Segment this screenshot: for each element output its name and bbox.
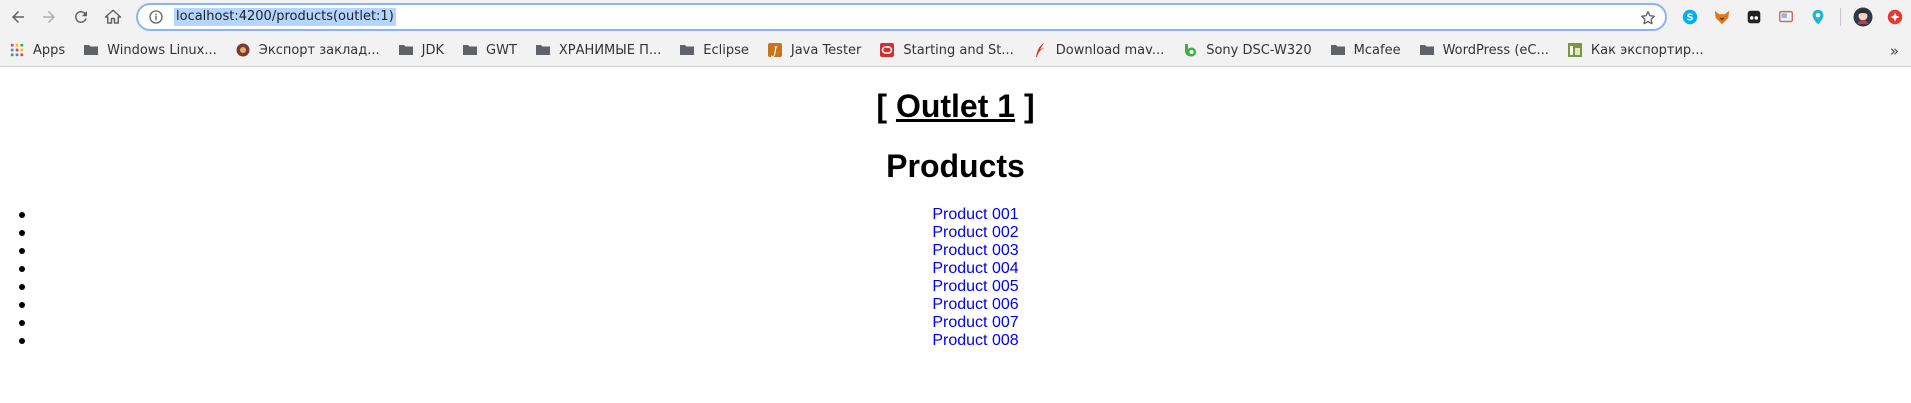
bookmarks-bar: Apps Windows Linux... Экспорт заклад... … — [0, 34, 1911, 67]
sony-icon — [1182, 42, 1198, 58]
bookmark-label: Apps — [33, 42, 66, 58]
bookmark-label: WordPress (eC... — [1442, 42, 1549, 58]
home-icon — [104, 9, 122, 24]
product-list: Product 001 Product 002 Product 003 Prod… — [0, 206, 1911, 350]
bookmark-label: GWT — [486, 42, 517, 58]
product-link[interactable]: Product 002 — [0, 224, 1911, 242]
product-link[interactable]: Product 006 — [0, 296, 1911, 314]
java-icon: J — [767, 42, 783, 58]
fox-icon[interactable] — [1712, 7, 1732, 27]
bookmarks-overflow-button[interactable]: » — [1890, 42, 1899, 60]
bookmark-folder-wordpress[interactable]: WordPress (eC... — [1419, 39, 1549, 61]
toolbar-separator — [1840, 8, 1841, 26]
folder-icon — [679, 42, 695, 58]
outlet-bracket-open: [ — [876, 88, 888, 124]
bookmark-folder-jdk[interactable]: JDK — [398, 39, 444, 61]
bookmark-folder-stored[interactable]: ХРАНИМЫЕ П... — [535, 39, 661, 61]
extensions-area: S — [1680, 5, 1911, 29]
cast-icon[interactable] — [1776, 7, 1796, 27]
outlet-link[interactable]: Outlet 1 — [896, 88, 1015, 124]
folder-icon — [398, 42, 414, 58]
bookmark-label: Starting and St... — [903, 42, 1014, 58]
bookmark-apps[interactable]: Apps — [9, 39, 65, 61]
folder-icon — [535, 42, 551, 58]
folder-icon — [462, 42, 478, 58]
page-title: Products — [886, 148, 1025, 184]
bookmark-java-tester[interactable]: J Java Tester — [767, 39, 862, 61]
list-item: Product 007 — [0, 314, 1911, 332]
bookmark-sony[interactable]: Sony DSC-W320 — [1182, 39, 1312, 61]
pin-icon[interactable] — [1808, 7, 1828, 27]
back-button[interactable] — [4, 3, 32, 31]
bookmark-label: Mcafee — [1353, 42, 1401, 58]
product-link[interactable]: Product 007 — [0, 314, 1911, 332]
bookmark-folder-windows-linux[interactable]: Windows Linux... — [83, 39, 217, 61]
bookmark-folder-gwt[interactable]: GWT — [462, 39, 517, 61]
star-icon[interactable] — [1639, 9, 1657, 27]
forward-button[interactable] — [35, 3, 63, 31]
list-item: Product 005 — [0, 278, 1911, 296]
bookmark-label: Java Tester — [790, 42, 862, 58]
info-icon[interactable] — [148, 9, 164, 25]
oracle-icon — [879, 42, 895, 58]
apps-grid-icon — [9, 42, 25, 58]
bookmark-starting-and-stopping[interactable]: Starting and St... — [879, 39, 1014, 61]
folder-icon — [83, 42, 99, 58]
site-icon — [1567, 42, 1583, 58]
list-item: Product 004 — [0, 260, 1911, 278]
bookmark-label: Как экспортир... — [1590, 42, 1704, 58]
forward-icon — [43, 11, 55, 23]
reload-icon — [74, 10, 87, 23]
bookmark-site-icon — [235, 42, 251, 58]
bookmark-label: Download mav... — [1055, 42, 1165, 58]
product-link[interactable]: Product 008 — [0, 332, 1911, 350]
bookmark-label: Экспорт заклад... — [258, 42, 380, 58]
bookmark-label: ХРАНИМЫЕ П... — [558, 42, 662, 58]
bookmark-label: Windows Linux... — [107, 42, 217, 58]
bookmark-folder-mcafee[interactable]: Mcafee — [1330, 39, 1401, 61]
bookmark-label: Eclipse — [703, 42, 749, 58]
product-link[interactable]: Product 004 — [0, 260, 1911, 278]
bookmark-how-to-export[interactable]: Как экспортир... — [1567, 39, 1704, 61]
svg-text:S: S — [1686, 13, 1693, 24]
list-item: Product 006 — [0, 296, 1911, 314]
product-link[interactable]: Product 001 — [0, 206, 1911, 224]
feather-icon — [1032, 42, 1048, 58]
bookmark-export[interactable]: Экспорт заклад... — [235, 39, 380, 61]
folder-icon — [1330, 42, 1346, 58]
list-item: Product 001 — [0, 206, 1911, 224]
bookmark-download-maven[interactable]: Download mav... — [1032, 39, 1164, 61]
back-icon — [12, 11, 24, 23]
bookmark-label: JDK — [421, 42, 445, 58]
url-text[interactable]: localhost:4200/products(outlet:1) — [174, 8, 396, 26]
address-bar[interactable]: localhost:4200/products(outlet:1) — [136, 3, 1667, 31]
bookmark-label: Sony DSC-W320 — [1206, 42, 1312, 58]
svg-text:J: J — [771, 45, 778, 58]
reload-button[interactable] — [67, 3, 95, 31]
profile-avatar-icon[interactable] — [1853, 7, 1873, 27]
home-button[interactable] — [99, 3, 127, 31]
extension-icon[interactable] — [1885, 7, 1905, 27]
skype-icon[interactable]: S — [1680, 7, 1700, 27]
list-item: Product 002 — [0, 224, 1911, 242]
page-content: [ Outlet 1 ] Products Product 001 Produc… — [0, 68, 1911, 403]
list-item: Product 003 — [0, 242, 1911, 260]
list-item: Product 008 — [0, 332, 1911, 350]
browser-toolbar: localhost:4200/products(outlet:1) S — [0, 0, 1911, 34]
outlet-bracket-close: ] — [1023, 88, 1035, 124]
product-link[interactable]: Product 005 — [0, 278, 1911, 296]
outlet-title: [ Outlet 1 ] — [0, 88, 1911, 125]
glasses-icon[interactable] — [1744, 7, 1764, 27]
bookmark-folder-eclipse[interactable]: Eclipse — [679, 39, 749, 61]
product-link[interactable]: Product 003 — [0, 242, 1911, 260]
folder-icon — [1419, 42, 1435, 58]
